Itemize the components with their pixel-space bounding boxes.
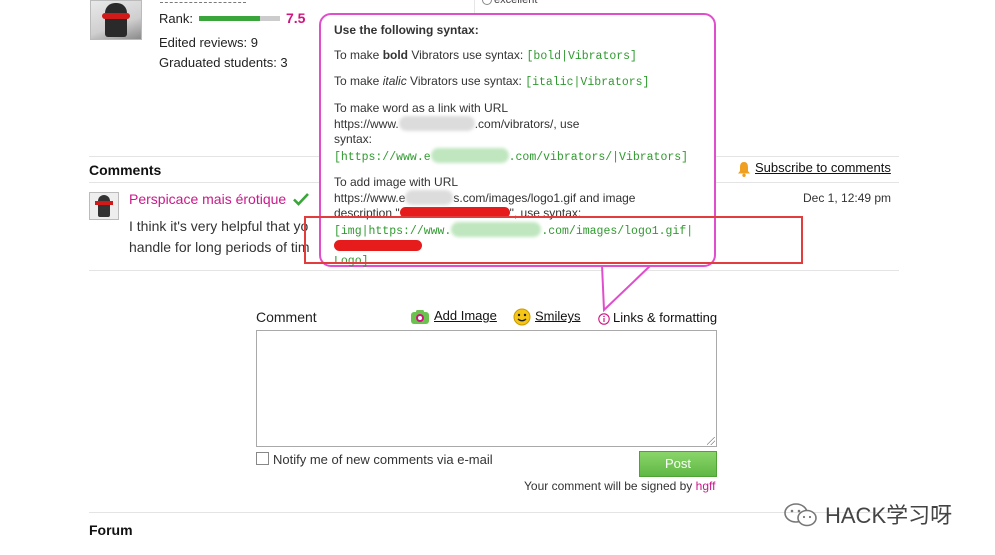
smiley-icon bbox=[513, 308, 531, 326]
signed-username[interactable]: hgff bbox=[696, 479, 716, 493]
subscribe-to-comments[interactable]: Subscribe to comments bbox=[737, 160, 891, 177]
comments-heading: Comments bbox=[89, 162, 162, 178]
rating-option-excellent[interactable]: excellent bbox=[482, 0, 537, 6]
notify-checkbox-row[interactable]: Notify me of new comments via e-mail bbox=[256, 452, 493, 467]
comment-date: Dec 1, 12:49 pm bbox=[803, 191, 892, 205]
comment-author[interactable]: Perspicace mais érotique bbox=[129, 191, 310, 207]
comment-text: I think it's very helpful that yo handle… bbox=[129, 218, 310, 255]
watermark: HACK学习呀 bbox=[783, 498, 952, 530]
italic-syntax-code: [italic|Vibrators] bbox=[525, 76, 650, 89]
rank-bar bbox=[199, 16, 280, 21]
redacted-domain bbox=[430, 148, 509, 163]
add-image-button[interactable]: Add Image bbox=[410, 308, 497, 325]
notify-checkbox[interactable] bbox=[256, 452, 269, 465]
comment-avatar[interactable] bbox=[89, 192, 119, 220]
link-syntax-code: [https://www.e .com/vibrators/|Vibrators] bbox=[334, 148, 688, 165]
profile-divider bbox=[160, 2, 246, 3]
bell-icon bbox=[738, 161, 750, 177]
tooltip-bold-row: To make bold Vibrators use syntax: [bold… bbox=[334, 48, 637, 63]
tooltip-pointer bbox=[601, 264, 654, 312]
comment-textarea[interactable] bbox=[256, 330, 717, 447]
signed-by: Your comment will be signed by hgff bbox=[524, 479, 716, 493]
radio-icon[interactable] bbox=[482, 0, 492, 6]
verified-check-icon bbox=[293, 193, 310, 206]
graduated-students: Graduated students: 3 bbox=[159, 55, 288, 70]
wechat-logo-icon bbox=[784, 503, 817, 527]
edited-reviews: Edited reviews: 9 bbox=[159, 35, 258, 50]
bold-syntax-code: [bold|Vibrators] bbox=[526, 50, 637, 63]
redacted-domain bbox=[398, 116, 475, 131]
rank-value: 7.5 bbox=[286, 10, 306, 26]
highlight-box bbox=[304, 216, 803, 264]
divider bbox=[89, 512, 899, 513]
comment-label: Comment bbox=[256, 309, 317, 325]
subscribe-link[interactable]: Subscribe to comments bbox=[755, 160, 891, 175]
post-button[interactable]: Post bbox=[639, 451, 717, 477]
tooltip-image-desc: To add image with URL https://www.e s.com… bbox=[334, 175, 636, 220]
divider bbox=[89, 270, 899, 271]
rank-label: Rank: bbox=[159, 11, 193, 26]
resize-grip-icon[interactable] bbox=[707, 437, 715, 445]
info-icon bbox=[598, 312, 610, 325]
reviewer-avatar[interactable] bbox=[90, 0, 142, 40]
camera-icon bbox=[411, 309, 429, 324]
redacted-domain bbox=[405, 190, 454, 205]
tooltip-italic-row: To make italic Vibrators use syntax: [it… bbox=[334, 74, 650, 89]
tooltip-heading: Use the following syntax: bbox=[334, 23, 479, 37]
smileys-button[interactable]: Smileys bbox=[513, 308, 581, 326]
links-formatting-button[interactable]: Links & formatting bbox=[598, 310, 717, 325]
tooltip-link-desc: To make word as a link with URL https://… bbox=[334, 101, 580, 146]
forum-heading: Forum bbox=[89, 522, 133, 538]
